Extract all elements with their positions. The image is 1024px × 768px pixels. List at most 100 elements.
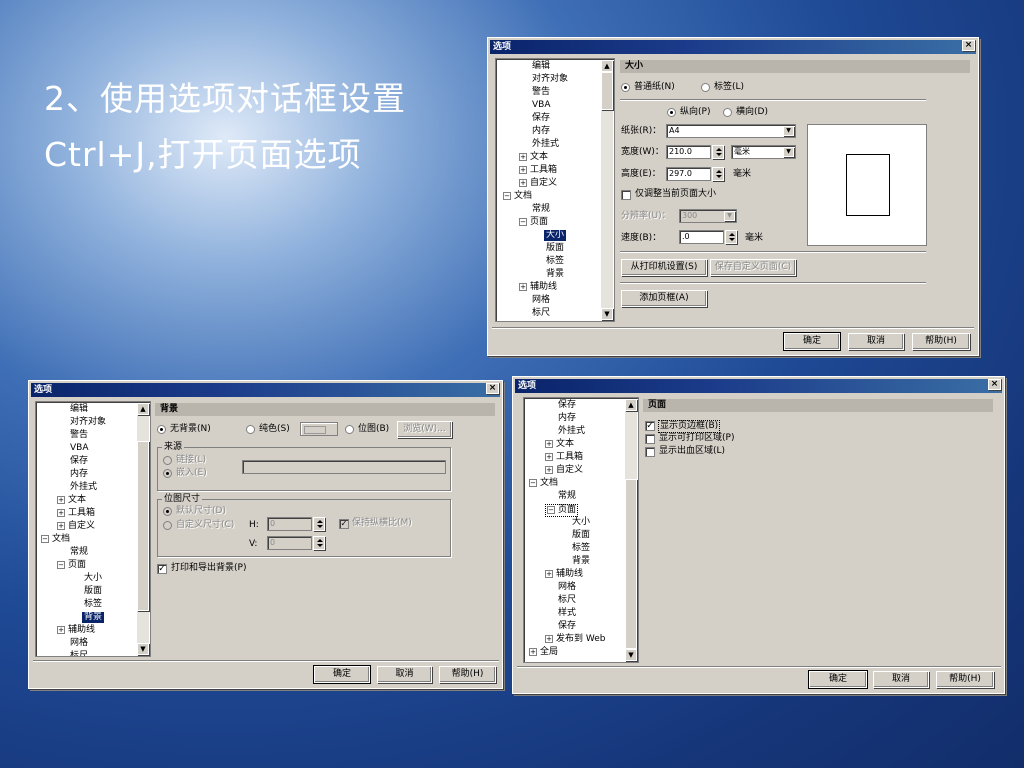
tree-item[interactable]: 对齐对象	[532, 74, 568, 85]
tree-item[interactable]: 版面	[546, 243, 564, 254]
tree-item[interactable]: 常规	[558, 491, 576, 502]
tree-item[interactable]: 标尺	[70, 651, 88, 656]
tree-item[interactable]: 保存	[558, 400, 576, 411]
expand-icon[interactable]: +	[545, 466, 553, 474]
scroll-down-icon[interactable]: ▼	[137, 643, 149, 655]
expand-icon[interactable]: +	[57, 522, 65, 530]
collapse-icon[interactable]: −	[57, 561, 65, 569]
h-input[interactable]: 0	[267, 517, 312, 531]
tree-item[interactable]: VBA	[532, 100, 551, 111]
expand-icon[interactable]: +	[57, 496, 65, 504]
tree-item[interactable]: + 文本	[57, 495, 86, 506]
landscape-radio[interactable]	[723, 108, 732, 117]
tree-item[interactable]: + 发布到 Web	[545, 634, 605, 645]
bleed-spinner-icon[interactable]	[725, 230, 737, 244]
tree-item[interactable]: 内存	[558, 413, 576, 424]
color-picker-button[interactable]	[300, 422, 338, 436]
no-background-radio[interactable]	[157, 425, 166, 434]
tree-item[interactable]: + 辅助线	[519, 282, 557, 293]
save-custom-page-button[interactable]: 保存自定义页面(C)	[710, 259, 796, 276]
resolution-select[interactable]: 300 ▼	[679, 209, 737, 223]
expand-icon[interactable]: +	[545, 440, 553, 448]
paper-select[interactable]: A4 ▼	[666, 124, 796, 138]
tree-item[interactable]: − 页面	[519, 217, 548, 228]
tree-item[interactable]: + 文本	[545, 439, 574, 450]
tree-item[interactable]: − 页面	[57, 560, 86, 571]
tree-item[interactable]: 大小	[84, 573, 102, 584]
tree-item[interactable]: 内存	[70, 469, 88, 480]
tree-item[interactable]: 标尺	[558, 595, 576, 606]
close-button[interactable]: ×	[988, 379, 1001, 390]
v-spinner-icon[interactable]	[313, 536, 325, 550]
ok-button[interactable]: 确定	[808, 670, 868, 689]
height-spinner-icon[interactable]	[712, 167, 724, 181]
source-path-input[interactable]	[242, 460, 446, 474]
tree-item[interactable]: 外挂式	[532, 139, 559, 150]
tree-item[interactable]: 警告	[70, 430, 88, 441]
collapse-icon[interactable]: −	[519, 218, 527, 226]
expand-icon[interactable]: +	[519, 179, 527, 187]
tree-item-selected[interactable]: 大小	[544, 230, 567, 241]
tree-item[interactable]: + 辅助线	[57, 625, 95, 636]
tree-scrollbar[interactable]: ▲ ▼	[137, 403, 149, 655]
only-current-page-checkbox[interactable]	[621, 190, 631, 200]
tree-item[interactable]: 标签	[84, 599, 102, 610]
tree-item[interactable]: 标签	[546, 256, 564, 267]
tree-item[interactable]: + 工具箱	[57, 508, 95, 519]
cancel-button[interactable]: 取消	[377, 666, 432, 683]
solid-color-radio[interactable]	[246, 425, 255, 434]
tree-scrollbar[interactable]: ▲ ▼	[625, 399, 637, 661]
collapse-icon[interactable]: −	[503, 192, 511, 200]
tree-item[interactable]: 网格	[70, 638, 88, 649]
tree-item[interactable]: − 文档	[41, 534, 70, 545]
scroll-down-icon[interactable]: ▼	[601, 308, 613, 320]
tree-item[interactable]: 常规	[70, 547, 88, 558]
show-printable-area-checkbox[interactable]	[645, 434, 655, 444]
collapse-icon[interactable]: −	[547, 506, 555, 514]
chevron-down-icon[interactable]: ▼	[783, 147, 794, 157]
tree-item[interactable]: 标尺	[532, 308, 550, 319]
width-spinner-icon[interactable]	[712, 145, 724, 159]
expand-icon[interactable]: +	[545, 453, 553, 461]
close-button[interactable]: ×	[962, 40, 975, 51]
tree-item[interactable]: − 文档	[503, 191, 532, 202]
expand-icon[interactable]: +	[519, 153, 527, 161]
ok-button[interactable]: 确定	[783, 332, 841, 351]
help-button[interactable]: 帮助(H)	[439, 666, 496, 683]
bitmap-radio[interactable]	[345, 425, 354, 434]
tree-item-selected[interactable]: 背景	[82, 612, 105, 623]
tree-item[interactable]: 版面	[84, 586, 102, 597]
tree-item[interactable]: 保存	[558, 621, 576, 632]
tree-item[interactable]: 外挂式	[70, 482, 97, 493]
expand-icon[interactable]: +	[545, 570, 553, 578]
tree-item[interactable]: + 全局	[529, 647, 558, 658]
tree-item[interactable]: 背景	[546, 269, 564, 280]
options-tree[interactable]: 编辑 对齐对象 警告 VBA 保存 内存 外挂式 + 文本 + 工具箱 + 自定义 −…	[35, 401, 151, 657]
tree-item[interactable]: 保存	[70, 456, 88, 467]
scroll-thumb[interactable]	[625, 479, 637, 649]
tree-item[interactable]: + 工具箱	[545, 452, 583, 463]
tree-item[interactable]: 保存	[532, 113, 550, 124]
tree-item[interactable]: VBA	[70, 443, 89, 454]
portrait-radio[interactable]	[667, 108, 676, 117]
keep-ratio-checkbox[interactable]: ✓	[339, 519, 349, 529]
tree-item[interactable]: 常规	[532, 204, 550, 215]
expand-icon[interactable]: +	[519, 283, 527, 291]
tree-item[interactable]: 大小	[572, 517, 590, 528]
tree-item[interactable]: + 工具箱	[519, 165, 557, 176]
tree-item[interactable]: 标签	[572, 543, 590, 554]
chevron-down-icon[interactable]: ▼	[783, 126, 794, 136]
ok-button[interactable]: 确定	[313, 665, 371, 684]
scroll-up-icon[interactable]: ▲	[625, 399, 637, 411]
bleed-input[interactable]: .0	[679, 230, 724, 244]
collapse-icon[interactable]: −	[529, 479, 537, 487]
collapse-icon[interactable]: −	[41, 535, 49, 543]
show-bleed-area-checkbox[interactable]	[645, 447, 655, 457]
chevron-down-icon[interactable]: ▼	[724, 211, 735, 221]
link-radio[interactable]	[163, 456, 172, 465]
options-tree[interactable]: 编辑 对齐对象 警告 VBA 保存 内存 外挂式 + 文本 + 工具箱 + 自定义 −…	[495, 58, 615, 322]
height-input[interactable]: 297.0	[666, 167, 711, 181]
tree-item[interactable]: 对齐对象	[70, 417, 106, 428]
tree-item[interactable]: + 自定义	[57, 521, 95, 532]
tree-item[interactable]: + 自定义	[519, 178, 557, 189]
